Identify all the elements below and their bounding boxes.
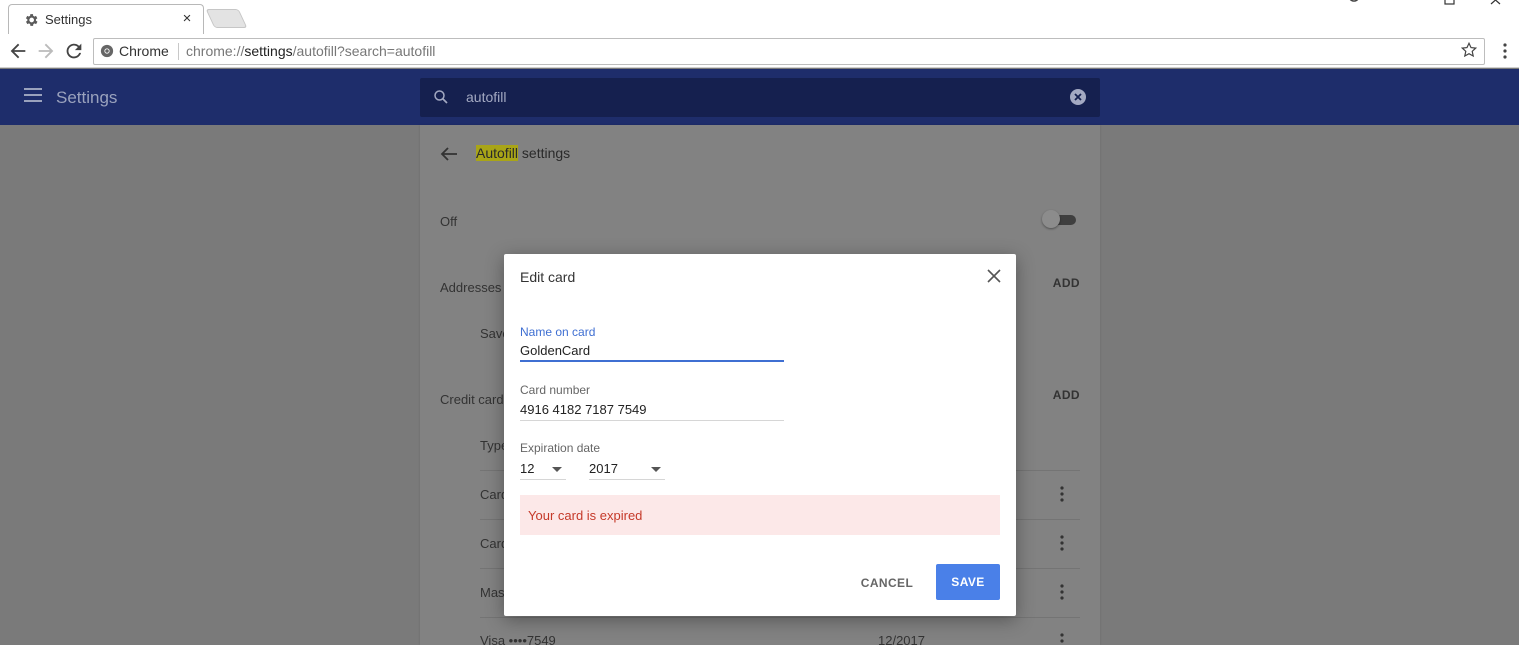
name-on-card-label: Name on card (520, 325, 596, 339)
search-input[interactable] (466, 86, 1026, 108)
expired-card-alert: Your card is expired (520, 495, 1000, 535)
chevron-down-icon (651, 467, 661, 472)
search-icon (434, 90, 448, 104)
more-vert-icon[interactable] (1060, 535, 1064, 551)
tab-settings[interactable]: Settings × (8, 4, 204, 34)
addresses-heading: Addresses (440, 280, 502, 295)
back-arrow-icon[interactable] (440, 146, 458, 162)
expiration-year-select[interactable]: 2017 (589, 458, 665, 480)
star-icon[interactable] (1460, 41, 1478, 59)
tab-title: Settings (45, 12, 92, 27)
settings-app-bar: Settings (0, 69, 1519, 125)
forward-icon[interactable] (35, 40, 57, 62)
back-icon[interactable] (7, 40, 29, 62)
tab-strip: Settings × (0, 0, 1519, 34)
save-button[interactable]: SAVE (936, 564, 1000, 600)
month-value: 12 (520, 461, 535, 476)
expiration-month-select[interactable]: 12 (520, 458, 566, 480)
add-card-button[interactable]: ADD (1053, 388, 1080, 402)
clear-search-icon[interactable] (1069, 88, 1087, 106)
close-icon[interactable] (986, 268, 1002, 284)
toggle-knob (1042, 210, 1060, 228)
autofill-toggle[interactable] (1042, 210, 1078, 228)
profile-icon[interactable] (1346, 0, 1362, 6)
maximize-icon[interactable] (1444, 0, 1456, 6)
more-vert-icon[interactable] (1060, 486, 1064, 502)
card-number-label: Card number (520, 383, 591, 397)
url-path: /autofill?search=autofill (292, 43, 436, 59)
divider (480, 617, 1080, 618)
omnibox-separator (178, 43, 179, 60)
page-title: Autofill settings (476, 145, 570, 161)
close-window-icon[interactable] (1490, 0, 1502, 6)
card-row-type: Visa ••••7549 (480, 633, 556, 645)
address-bar[interactable]: Chrome chrome://settings/autofill?search… (93, 38, 1485, 65)
chevron-down-icon (552, 467, 562, 472)
expiration-date-label: Expiration date (520, 441, 601, 455)
edit-card-dialog: Edit card Name on card Card number Expir… (504, 254, 1016, 616)
search-highlight: Autofill (476, 145, 519, 161)
card-row-type: Mas (480, 585, 505, 600)
menu-icon[interactable] (24, 88, 42, 102)
page-title-rest: settings (518, 145, 571, 161)
year-value: 2017 (589, 461, 618, 476)
card-row-expiry: 12/2017 (878, 633, 925, 645)
settings-search (420, 78, 1100, 117)
add-address-button[interactable]: ADD (1053, 276, 1080, 290)
more-vert-icon[interactable] (1060, 584, 1064, 600)
tab-close-icon[interactable]: × (179, 10, 195, 27)
new-tab-button[interactable] (205, 9, 248, 28)
more-vert-icon[interactable] (1503, 42, 1507, 60)
reload-icon[interactable] (63, 40, 85, 62)
expired-card-message: Your card is expired (528, 508, 643, 523)
dialog-title: Edit card (520, 269, 576, 285)
gear-icon (25, 14, 38, 26)
name-on-card-field[interactable] (520, 340, 784, 362)
chrome-icon (100, 44, 114, 58)
app-title: Settings (56, 88, 118, 107)
url-scheme: chrome:// (186, 43, 245, 59)
credit-cards-heading: Credit card (440, 392, 504, 407)
cancel-button[interactable]: CANCEL (850, 566, 924, 600)
card-number-field[interactable] (520, 399, 784, 421)
url-host: settings (244, 43, 293, 59)
autofill-toggle-label: Off (440, 214, 458, 229)
more-vert-icon[interactable] (1060, 633, 1064, 645)
url-text: chrome://settings/autofill?search=autofi… (186, 43, 435, 59)
omnibox-chip: Chrome (119, 43, 169, 59)
browser-toolbar: Chrome chrome://settings/autofill?search… (0, 34, 1519, 68)
